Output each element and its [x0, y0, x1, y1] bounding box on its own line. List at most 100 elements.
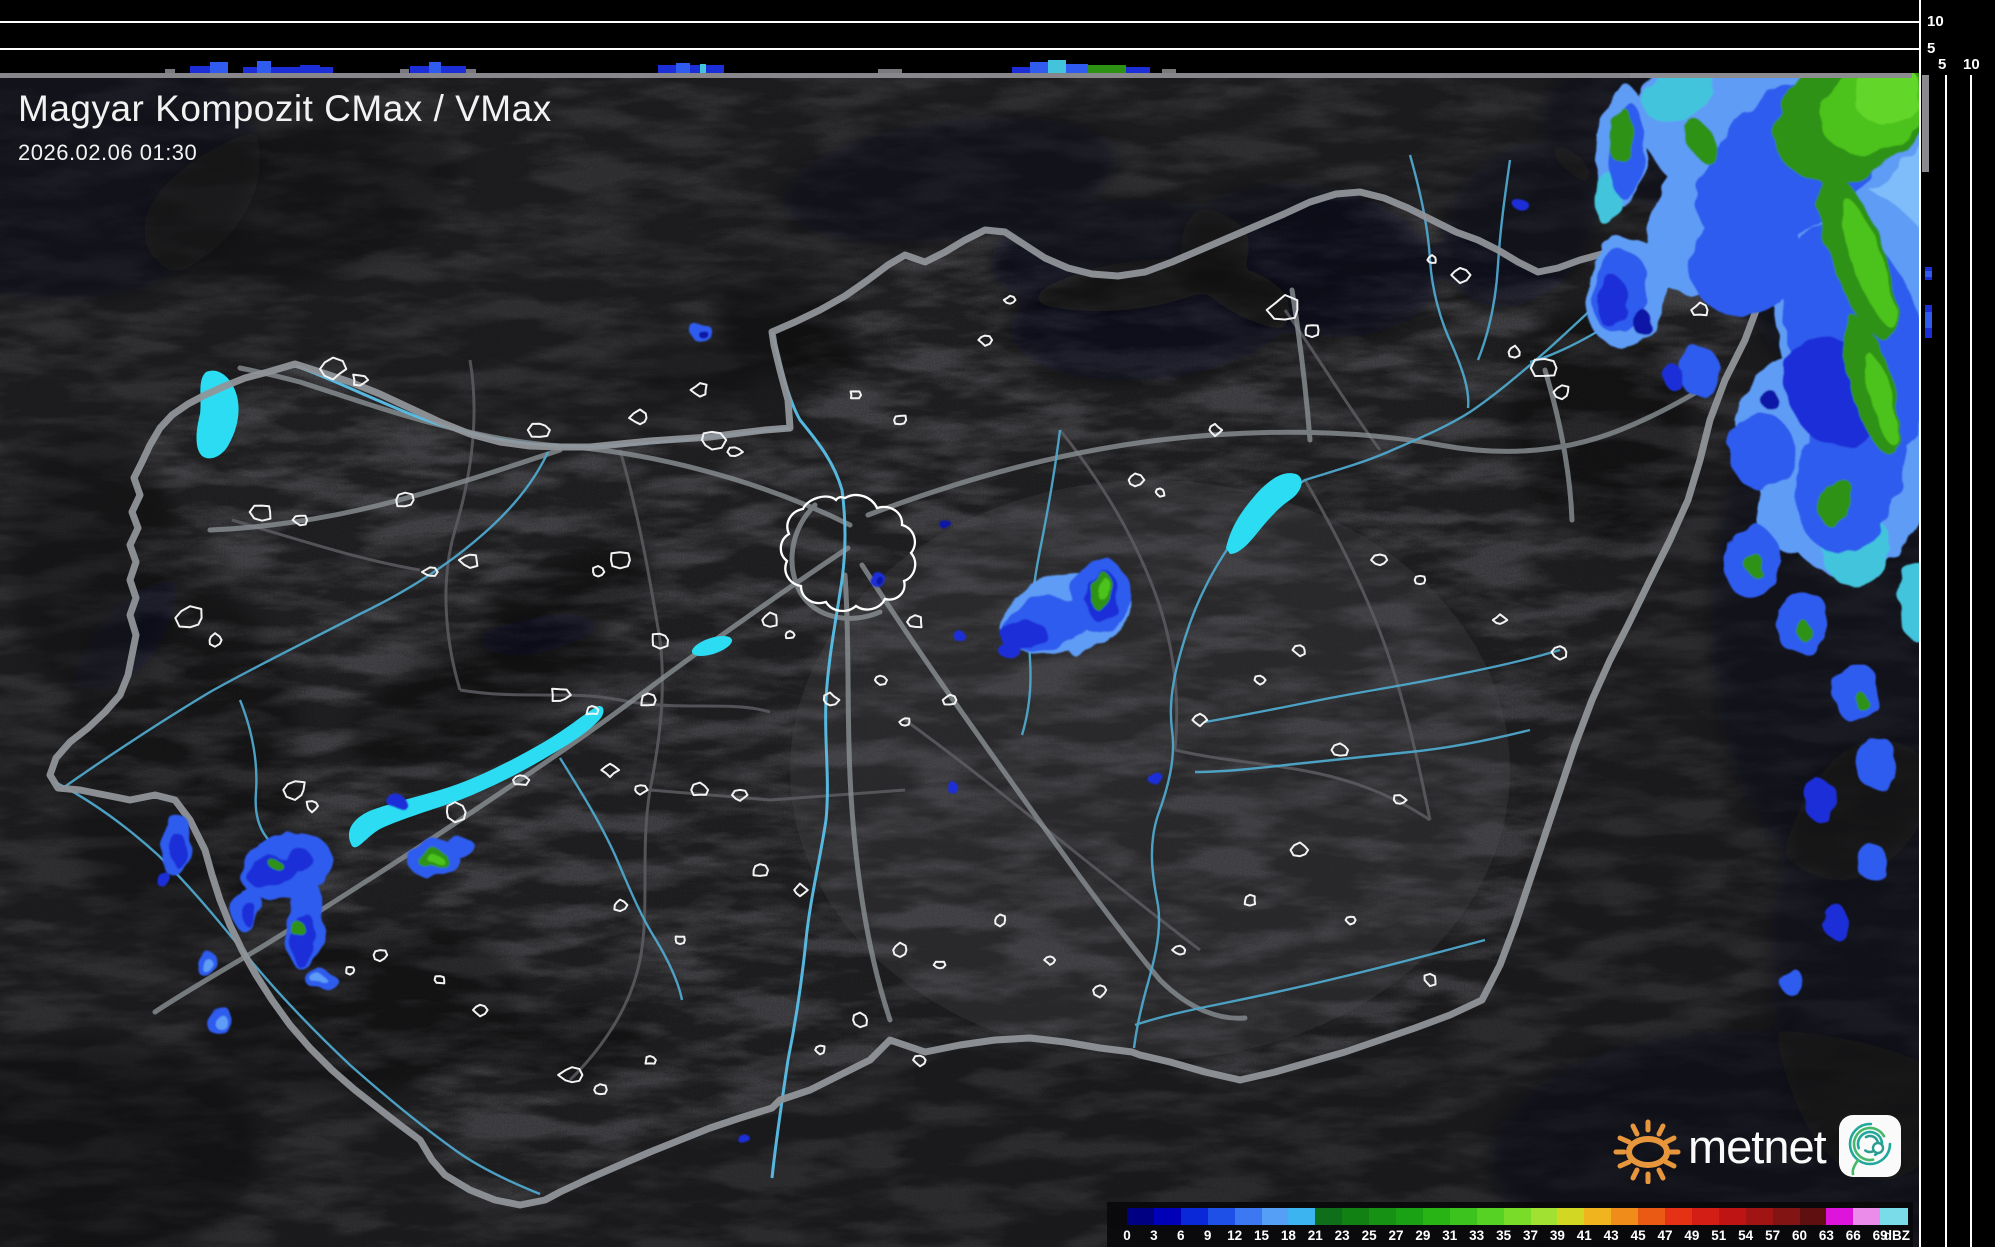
- radar-echo-blob: [1729, 414, 1795, 490]
- legend-color-cell: [1180, 1208, 1209, 1225]
- radar-echo-blob: [954, 632, 966, 642]
- top-profile-echo-mark: [1048, 60, 1066, 73]
- panel-border-gray-bar: [1922, 75, 1929, 172]
- radar-echo-blob: [282, 848, 312, 870]
- legend-tick-label: 6: [1177, 1228, 1185, 1243]
- legend-color-cell: [1880, 1208, 1908, 1225]
- legend-tick-label: 9: [1203, 1228, 1212, 1243]
- radar-echo-blob: [738, 1134, 750, 1144]
- radar-echo-blob: [939, 519, 951, 529]
- top-profile-echo-mark: [210, 62, 228, 73]
- legend-tick-label: 37: [1522, 1228, 1539, 1243]
- radar-echo-blob: [1679, 347, 1721, 397]
- radar-echo-blob: [1149, 774, 1165, 786]
- top-profile-echo-mark: [700, 64, 706, 73]
- top-profile-echo-mark: [429, 62, 441, 73]
- radar-echo-blob: [313, 976, 327, 986]
- legend-color-cell: [1530, 1208, 1558, 1225]
- legend-color-cell: [1396, 1208, 1424, 1225]
- legend-color-cell: [1691, 1208, 1720, 1225]
- radar-echo-blob: [448, 837, 474, 855]
- legend-color-cell: [1369, 1208, 1397, 1225]
- top-profile-echo-mark: [658, 65, 724, 73]
- legend-tick-label: 43: [1603, 1228, 1619, 1243]
- top-axis-tick-label: 5: [1927, 40, 1936, 57]
- radar-echo-blob: [267, 857, 279, 867]
- legend-color-cell: [1665, 1208, 1693, 1225]
- radar-echo-blob: [698, 330, 708, 338]
- top-axis-tick-label: 10: [1927, 13, 1944, 30]
- top-profile-echo-mark: [466, 69, 476, 73]
- legend-color-cell: [1127, 1208, 1155, 1225]
- legend-tick-label: 18: [1280, 1228, 1296, 1243]
- radar-echo-blob: [1855, 735, 1897, 789]
- top-profile-echo-mark: [878, 69, 902, 73]
- radar-echo-blob: [876, 577, 884, 585]
- map-top-border-bar: [0, 73, 1912, 78]
- legend-color-cell: [1261, 1208, 1289, 1225]
- top-profile-echo-mark: [1066, 64, 1088, 73]
- top-profile-echo-mark: [300, 65, 320, 73]
- legend-tick-label: 27: [1388, 1228, 1404, 1243]
- legend-tick-label: 12: [1227, 1228, 1243, 1243]
- legend-tick-label: 60: [1791, 1228, 1808, 1243]
- legend-color-cell: [1745, 1208, 1774, 1225]
- legend-tick-label: 31: [1442, 1228, 1458, 1243]
- top-profile-echo-mark: [1012, 67, 1032, 73]
- legend-color-cell: [1207, 1208, 1236, 1225]
- top-profile-echo-mark: [676, 63, 690, 73]
- profile-axes-corner: 10 5: [1921, 0, 1995, 73]
- legend-tick-label: 35: [1496, 1228, 1512, 1243]
- legend-unit: dBZ: [1883, 1228, 1910, 1243]
- legend-color-cell: [1476, 1208, 1505, 1225]
- title-block: Magyar Kompozit CMax / VMax 2026.02.06 0…: [18, 88, 552, 166]
- legend-tick-label: 15: [1253, 1228, 1270, 1243]
- map-container: [0, 0, 1995, 1247]
- right-axis-tick-label: 10: [1963, 56, 1980, 73]
- legend-color-cell: [1611, 1208, 1639, 1225]
- right-profile-echo-mark: [1925, 271, 1932, 277]
- right-profile-gridline: [1970, 75, 1972, 1247]
- radar-echo-blob: [387, 794, 405, 808]
- legend-color-cell: [1503, 1208, 1531, 1225]
- top-profile-echo-mark: [400, 69, 409, 73]
- hungary-radar-map: [0, 73, 1919, 1247]
- legend-tick-label: 21: [1307, 1228, 1323, 1243]
- top-profile-echo-mark: [1030, 62, 1048, 73]
- legend-color-cell: [1799, 1208, 1827, 1225]
- profile-panel-divider: [1919, 0, 1921, 1247]
- legend-tick-label: 45: [1630, 1228, 1646, 1243]
- top-profile-echo-mark: [1126, 67, 1150, 73]
- legend-color-cell: [1718, 1208, 1747, 1225]
- right-axis-tick-label: 5: [1938, 56, 1947, 73]
- radar-echo-blob: [170, 833, 186, 867]
- radar-echo-blob: [1795, 621, 1811, 639]
- radar-echo-blob: [242, 903, 258, 927]
- timestamp: 2026.02.06 01:30: [18, 140, 198, 165]
- legend-tick-label: 25: [1361, 1228, 1377, 1243]
- legend-tick-label: 39: [1549, 1228, 1565, 1243]
- legend-tick-label: 41: [1576, 1228, 1592, 1243]
- legend-color-cell: [1772, 1208, 1800, 1225]
- legend-tick-label: 33: [1469, 1228, 1485, 1243]
- radar-screen: 10 5 5 10 Magyar Kompozit CMax / VMax 2026…: [0, 0, 1995, 1247]
- radar-echo-blob: [1663, 365, 1683, 389]
- radar-echo-blob: [947, 783, 959, 793]
- radar-echo-blob: [158, 873, 172, 889]
- page-title: Magyar Kompozit CMax / VMax: [18, 88, 552, 129]
- radar-echo-blob: [202, 959, 214, 973]
- top-profile-echo-mark: [257, 61, 271, 73]
- legend-color-cell: [1557, 1208, 1585, 1225]
- radar-echo-blob: [1515, 200, 1529, 212]
- legend-tick-label: 29: [1415, 1228, 1431, 1243]
- legend-tick-label: 3: [1150, 1228, 1158, 1243]
- right-profile-gridline: [1945, 75, 1947, 1247]
- radar-echo-blob: [1633, 309, 1651, 335]
- right-height-profile-panel: [1921, 0, 1995, 1247]
- top-profile-gridline: [0, 21, 1920, 23]
- legend-color-cell: [1853, 1208, 1881, 1225]
- metnet-logo: metnet: [1608, 1108, 1908, 1184]
- radar-echo-blob: [1805, 781, 1839, 823]
- radar-echo-blob: [1781, 968, 1803, 996]
- top-profile-echo-mark: [1088, 65, 1126, 73]
